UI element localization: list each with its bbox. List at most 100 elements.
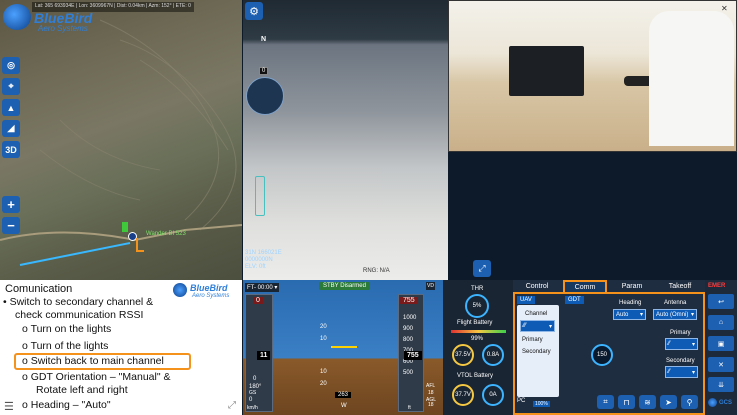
speed-bottom: 0 [253,376,257,382]
vtol-battery-label: VTOL Battery [457,373,494,379]
heading-select[interactable]: Auto ▾ [613,309,646,320]
secondary2-select[interactable]: ⁄⁄ ▾ [665,366,698,378]
arrow-up-icon[interactable]: ▲ [2,99,20,116]
land-icon[interactable]: ⇊ [708,377,734,392]
antenna-label: Antenna [664,300,687,306]
laptop-image [509,46,584,96]
channel-select[interactable]: ⁄⁄⁄ ▾ [520,320,555,332]
gdt-orientation-dial[interactable]: 150 [591,344,613,366]
horizon-marker [331,346,357,352]
antenna-btn-4-icon[interactable]: ➤ [660,395,677,409]
slide-panel: Comunication BlueBird Aero Systems • Swi… [0,280,242,415]
camera-settings-icon[interactable]: ⚙ [245,2,263,20]
menu-icon[interactable]: ☰ [4,400,14,413]
thr-gauge: 5% [465,294,489,318]
primary-option[interactable]: Primary [522,337,543,343]
operator-video: ✕ [448,0,737,152]
gs-label: GS [249,390,257,396]
map-view[interactable]: Lat: 365 693934E | Lon: 3609967N | Dist:… [0,0,242,280]
secondary2-label: Secondary [666,358,695,364]
afl-value: 18 [428,390,434,396]
gcs-logo-icon [708,398,717,407]
gcs-label: GCS [719,400,733,406]
emer-label[interactable]: EMER [708,283,725,289]
zoom-slider[interactable] [255,176,265,216]
compass-rose [246,77,284,115]
bullet-0: • Switch to secondary channel & [3,296,154,308]
flight-battery-label: Flight Battery [457,320,493,326]
slide-title: Comunication [5,283,73,295]
primary2-select[interactable]: ⁄⁄ ▾ [665,338,698,350]
fb-bar [451,330,506,333]
flight-timer[interactable]: FT- 00:00 ▾ [245,283,280,292]
close-video-icon[interactable]: ✕ [721,4,728,13]
control-panel: Control Comm Param Takeoff UAV GDT Chann… [513,280,705,415]
bullet-2: o Turn on the lights [22,323,112,335]
vb-voltage-gauge: 37.7V [452,384,474,406]
gdt-label: GDT [565,296,584,304]
gauges-panel: THR 5% Flight Battery 99% 37.5V 0.8A VTO… [443,280,513,415]
tab-takeoff[interactable]: Takeoff [657,280,703,292]
return-icon[interactable]: ↩ [708,294,734,309]
agl-value: 18 [428,402,434,408]
slide-brand: BlueBird [190,283,228,293]
camera-heading-readout: 0 [259,67,269,75]
bullet-5: o GDT Orientation – "Manual" & [22,371,171,383]
camera-coords: 31N 166021E 0000000N ELV: 0ft [245,250,282,270]
compass-north: N [261,36,267,43]
speed-current: 11 [257,351,271,360]
range-readout: RNG: N/A [363,268,390,274]
home-marker [136,238,144,252]
zoom-out-button[interactable]: − [2,217,20,234]
pc-value: 100% [533,401,550,407]
fb-voltage-gauge: 37.5V [452,344,474,366]
slide-brand-sub: Aero Systems [192,293,230,299]
disarm-icon[interactable]: ✕ [708,357,734,372]
heading-w: W [341,403,347,409]
ruler-icon[interactable]: ◢ [2,120,20,137]
thr-label: THR [471,286,484,292]
tab-param[interactable]: Param [609,280,655,292]
bullet-7: o Heading – "Auto" [22,399,111,411]
3d-button[interactable]: 3D [2,141,20,158]
fb-current-gauge: 0.8A [482,344,504,366]
heading-readout: 263 [335,392,352,398]
arm-status: STBY Disarmed [319,282,370,290]
brand-sub: Aero Systems [38,24,88,33]
pitch-10-bottom: 10 [320,369,327,375]
crosshair-icon[interactable]: ⌖ [2,78,20,95]
fullscreen-icon[interactable]: ⤢ [473,260,491,277]
expand-icon[interactable]: ⤢ [228,400,236,411]
gs-value: 0 [249,397,253,403]
antenna-select[interactable]: Auto (Omni) ▾ [653,309,697,320]
antenna-btn-1-icon[interactable]: ⌗ [597,395,614,409]
antenna-btn-2-icon[interactable]: ⊓ [618,395,635,409]
home-icon[interactable]: ⌂ [708,315,734,330]
map-terrain [0,19,242,266]
camera-view[interactable]: ⚙ N 0 31N 166021E 0000000N ELV: 0ft RNG:… [243,0,491,280]
primary-flight-display: FT- 00:00 ▾ STBY Disarmed VD 0 11 0 180°… [243,280,443,415]
bluebird-logo [3,4,31,30]
bullet-3: o Turn of the lights [22,340,109,352]
alt-ticks: 1000900800700600500 [403,315,417,376]
pitch-10-top: 10 [320,336,327,342]
fb-pct: 99% [471,336,484,342]
camera-icon[interactable]: ▣ [708,336,734,351]
pitch-20-top: 20 [320,324,327,330]
tab-comm[interactable]: Comm [563,280,607,292]
uav-label: UAV [517,296,535,304]
zoom-in-button[interactable]: + [2,196,20,213]
bullet-6: Rotate left and right [36,384,128,396]
secondary-option[interactable]: Secondary [522,349,551,355]
gs-unit: km/h [247,405,258,411]
antenna-btn-3-icon[interactable]: ≋ [639,395,656,409]
afl-label: AFL [426,383,436,389]
globe-icon[interactable]: ◎ [2,57,20,74]
tab-control[interactable]: Control [513,280,561,292]
waypoint-label: Wander BI 523 [146,231,186,237]
bullet-4: o Switch back to main channel [22,355,164,367]
location-icon[interactable]: ⚲ [681,395,698,409]
bullet-1: check communication RSSI [15,309,144,321]
waypoint-marker[interactable] [122,222,128,232]
person-image [649,11,734,146]
